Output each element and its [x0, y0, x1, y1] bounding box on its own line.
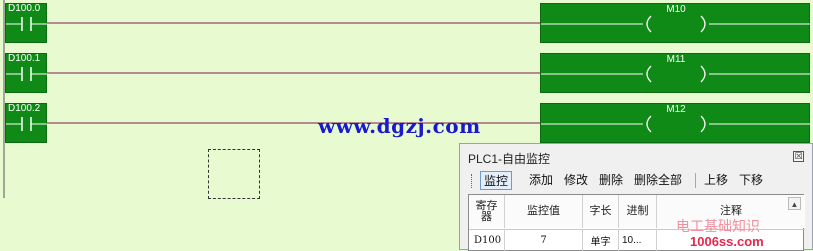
- column-header-register[interactable]: 寄存器: [469, 195, 505, 228]
- coil-m12[interactable]: M12: [540, 103, 811, 143]
- watermark-url: www.dgzj.com: [318, 114, 481, 138]
- coil-m11[interactable]: M11: [540, 53, 811, 93]
- contact-label: D100.1: [8, 53, 41, 64]
- panel-toolbar: 监控 添加 修改 删除 删除全部 上移 下移: [468, 170, 808, 190]
- toolbar-grip-icon[interactable]: [471, 174, 474, 188]
- coil-label: M11: [666, 54, 686, 65]
- coil-label: M12: [666, 104, 686, 115]
- modify-button[interactable]: 修改: [561, 171, 591, 190]
- monitor-button[interactable]: 监控: [480, 171, 513, 190]
- contact-label: D100.0: [8, 3, 41, 14]
- coil-label: M10: [666, 4, 686, 15]
- table-cell-word-length[interactable]: 单字: [583, 229, 619, 251]
- close-icon[interactable]: ☒: [793, 151, 804, 162]
- delete-all-button[interactable]: 删除全部: [631, 171, 685, 190]
- column-header-monitor-value[interactable]: 监控值: [505, 195, 583, 228]
- column-header-word-length[interactable]: 字长: [583, 195, 619, 228]
- delete-button[interactable]: 删除: [596, 171, 626, 190]
- table-cell-monitor-value[interactable]: 7: [505, 229, 583, 251]
- move-up-button[interactable]: 上移: [701, 171, 731, 190]
- table-cell-register[interactable]: D100: [469, 229, 505, 251]
- watermark-cn: 电工基础知识: [676, 219, 760, 235]
- move-down-button[interactable]: 下移: [736, 171, 766, 190]
- column-header-radix[interactable]: 进制: [619, 195, 657, 228]
- toolbar-divider: [695, 173, 696, 188]
- table-cell-radix[interactable]: 10...: [619, 229, 657, 251]
- cell-selection-cursor[interactable]: [208, 149, 260, 199]
- watermark-site: 1006ss.com: [690, 234, 764, 249]
- add-button[interactable]: 添加: [526, 171, 556, 190]
- contact-label: D100.2: [8, 103, 41, 114]
- scroll-up-icon[interactable]: ▲: [788, 197, 801, 210]
- coil-m10[interactable]: M10: [540, 3, 811, 43]
- panel-title: PLC1-自由监控: [468, 152, 551, 166]
